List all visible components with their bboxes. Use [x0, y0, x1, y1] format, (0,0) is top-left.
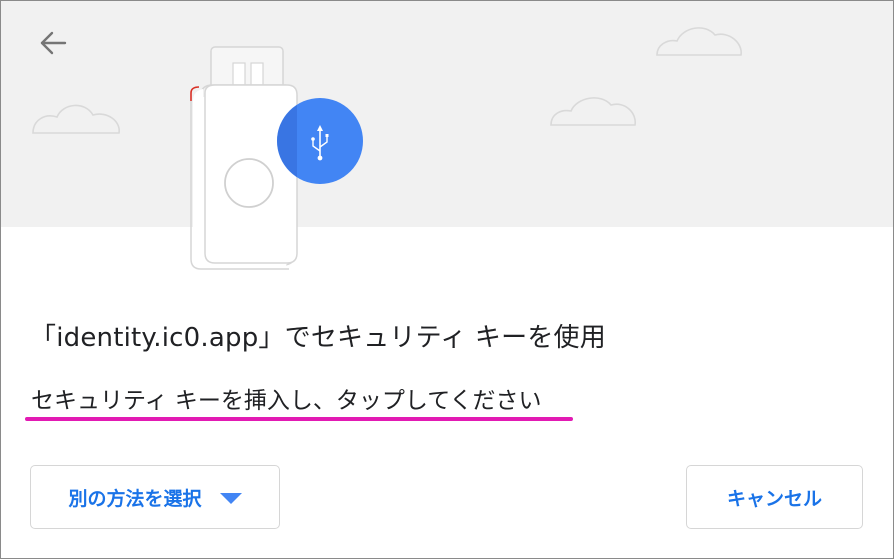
cloud-icon [32, 104, 120, 134]
instruction-text: セキュリティ キーを挿入し、タップしてください [31, 388, 542, 414]
highlight-underline [25, 417, 573, 421]
security-key-dialog: 「identity.ic0.app」でセキュリティ キーを使用 セキュリティ キ… [0, 0, 894, 559]
cloud-icon [656, 27, 742, 56]
cloud-icon [550, 97, 636, 126]
caret-down-icon [219, 492, 242, 504]
arrow-back-icon [40, 31, 67, 55]
usb-icon [277, 98, 363, 184]
dialog-title: 「identity.ic0.app」でセキュリティ キーを使用 [30, 323, 606, 353]
illustration-graphic [32, 27, 742, 270]
choose-other-method-button[interactable]: 別の方法を選択 [30, 465, 280, 529]
cancel-label: キャンセル [726, 487, 822, 510]
cancel-button[interactable]: キャンセル [686, 465, 863, 529]
back-button[interactable] [31, 23, 75, 63]
choose-other-method-label: 別の方法を選択 [68, 487, 202, 510]
security-key-illustration [1, 1, 893, 270]
